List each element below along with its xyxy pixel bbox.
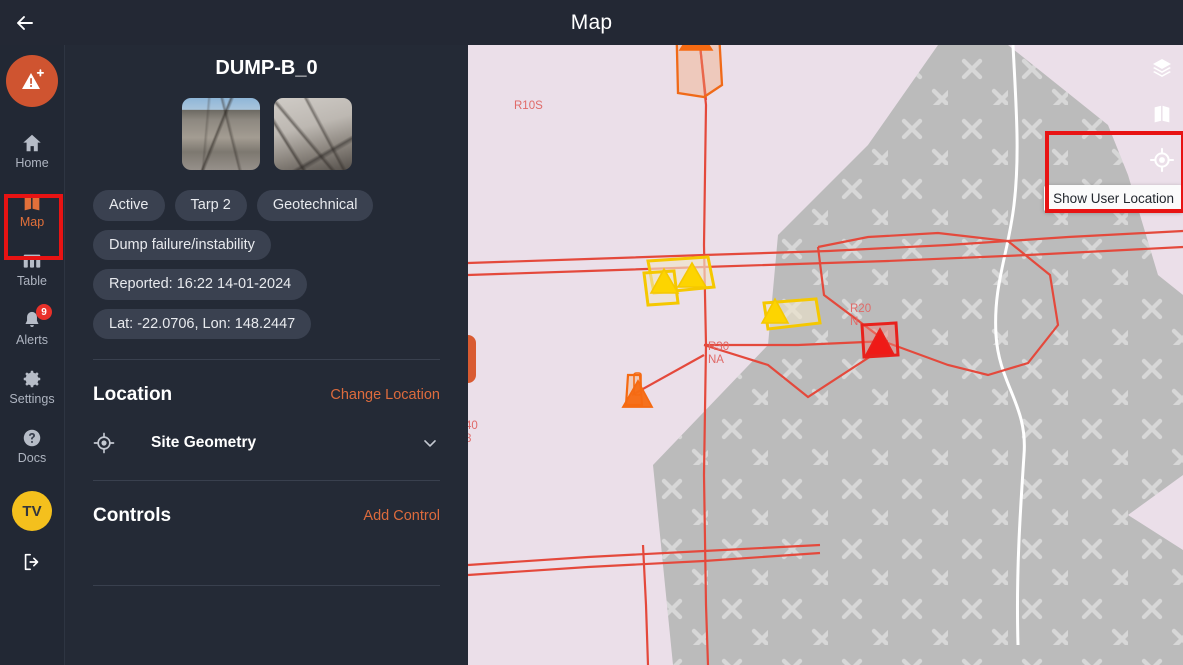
- page-title: Map: [570, 10, 613, 34]
- top-bar: Map: [0, 0, 1183, 45]
- arrow-left-icon: [17, 16, 33, 30]
- locate-tooltip: Show User Location: [1044, 185, 1183, 212]
- chip-category: Geotechnical: [256, 190, 374, 221]
- add-alert-button[interactable]: [6, 55, 58, 107]
- chip-tarp: Tarp 2: [174, 190, 247, 221]
- controls-section: Controls Add Control: [65, 505, 468, 527]
- add-alert-icon: [22, 69, 44, 89]
- sidebar-item-label: Alerts: [16, 332, 48, 347]
- avatar[interactable]: TV: [12, 491, 52, 531]
- sidebar: Home Map Table 9 Alerts Settings Docs TV: [0, 45, 65, 665]
- alerts-badge: 9: [36, 304, 52, 320]
- location-header: Location Change Location: [93, 384, 440, 406]
- basemap-icon: [1154, 105, 1170, 123]
- sidebar-item-label: Docs: [17, 450, 47, 465]
- site-geometry-label: Site Geometry: [151, 434, 257, 451]
- status-badge: Active: [93, 190, 165, 221]
- change-location-button[interactable]: Change Location: [330, 387, 440, 403]
- chip-reported: Reported: 16:22 14-01-2024: [93, 269, 308, 300]
- app-root: Map Home Map Table 9 Alerts Settings Doc…: [0, 0, 1183, 665]
- logout-button[interactable]: [17, 547, 47, 577]
- divider: [93, 359, 440, 360]
- controls-title: Controls: [93, 505, 172, 526]
- location-section: Location Change Location Site Geometry: [65, 384, 468, 454]
- location-title: Location: [93, 384, 173, 405]
- add-control-button[interactable]: Add Control: [363, 508, 440, 524]
- help-icon: [23, 429, 41, 446]
- layers-button[interactable]: [1147, 53, 1177, 83]
- back-button[interactable]: [10, 8, 40, 38]
- home-icon: [23, 134, 41, 151]
- site-geometry-row[interactable]: Site Geometry: [93, 432, 440, 454]
- thumbnail-gallery: [65, 98, 468, 170]
- map-view[interactable]: R10S R30 NA R20 N 40 8 Show User Locatio…: [468, 45, 1183, 665]
- map-canvas: [468, 45, 1183, 665]
- target-icon: [93, 432, 115, 454]
- sidebar-item-label: Map: [19, 214, 45, 229]
- map-controls: [1147, 53, 1177, 175]
- sidebar-item-settings[interactable]: Settings: [0, 357, 64, 416]
- sidebar-item-label: Home: [15, 155, 49, 170]
- basemap-button[interactable]: [1147, 99, 1177, 129]
- divider: [93, 585, 440, 586]
- sidebar-item-home[interactable]: Home: [0, 121, 64, 180]
- alert-marker-orange: [678, 45, 714, 51]
- controls-header: Controls Add Control: [93, 505, 440, 527]
- locate-icon: [1149, 147, 1175, 173]
- sidebar-item-map[interactable]: Map: [0, 180, 64, 239]
- panel-collapse-handle[interactable]: [468, 335, 476, 383]
- locate-button[interactable]: [1147, 145, 1177, 175]
- chip-list: Active Tarp 2 Geotechnical Dump failure/…: [65, 190, 468, 339]
- site-photo-2[interactable]: [273, 98, 352, 170]
- sidebar-item-label: Settings: [9, 391, 55, 406]
- sidebar-item-label: Table: [17, 273, 47, 288]
- site-photo-1[interactable]: [181, 98, 260, 170]
- divider: [93, 480, 440, 481]
- chip-failure-type: Dump failure/instability: [93, 229, 271, 260]
- sidebar-item-docs[interactable]: Docs: [0, 416, 64, 475]
- chip-coordinates: Lat: -22.0706, Lon: 148.2447: [93, 308, 312, 339]
- detail-title: DUMP-B_0: [215, 57, 318, 79]
- logout-icon: [24, 553, 39, 571]
- zone-polygon-orange: [675, 45, 724, 99]
- detail-panel: DUMP-B_0 Active Tarp 2 Geotechnical Dump…: [65, 45, 468, 665]
- chevron-down-icon[interactable]: [420, 433, 440, 453]
- table-icon: [23, 254, 41, 268]
- sidebar-item-table[interactable]: Table: [0, 239, 64, 298]
- map-icon: [24, 193, 40, 211]
- sidebar-nav: Home Map Table 9 Alerts Settings Docs: [0, 121, 64, 475]
- sidebar-item-alerts[interactable]: 9 Alerts: [0, 298, 64, 357]
- layers-icon: [1153, 59, 1171, 77]
- gear-icon: [23, 370, 41, 387]
